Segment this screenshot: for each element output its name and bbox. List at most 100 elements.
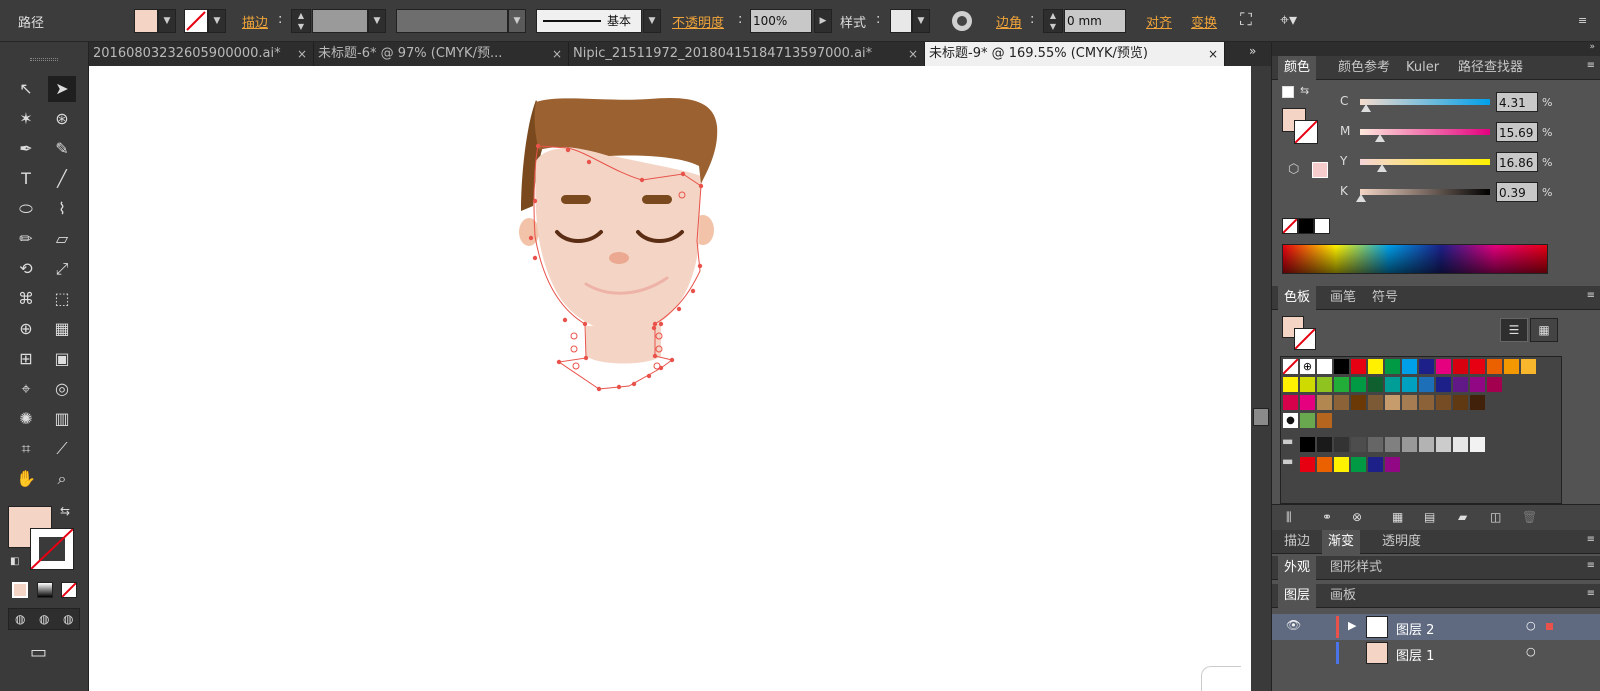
- artboard-tool-icon[interactable]: ⌗: [12, 436, 40, 462]
- opacity-input[interactable]: 100%: [750, 9, 812, 33]
- cyan-slider[interactable]: [1360, 99, 1490, 105]
- paintbrush-tool-icon[interactable]: ⌇: [48, 196, 76, 222]
- gray-swatch[interactable]: [1418, 436, 1435, 453]
- tab-artboards[interactable]: 画板: [1324, 584, 1362, 608]
- recolor-icon[interactable]: [952, 11, 972, 31]
- draw-normal-icon[interactable]: ◍: [15, 612, 25, 626]
- swap-fill-stroke-icon[interactable]: ⇆: [60, 504, 70, 518]
- bright-swatch[interactable]: [1333, 456, 1350, 473]
- gray-swatch[interactable]: [1333, 436, 1350, 453]
- registration-swatch-icon[interactable]: ⊕: [1299, 358, 1316, 375]
- expand-arrow-icon[interactable]: ▶: [1348, 619, 1356, 632]
- bright-swatch[interactable]: [1350, 456, 1367, 473]
- opacity-arrow[interactable]: ▶: [814, 9, 832, 33]
- color-swatch[interactable]: [1367, 376, 1384, 393]
- color-swatch[interactable]: [1452, 376, 1469, 393]
- zoom-tool-icon[interactable]: ⌕: [48, 466, 76, 492]
- cyan-value[interactable]: 4.31: [1496, 92, 1538, 112]
- slider-thumb[interactable]: [1355, 194, 1366, 202]
- transform-label[interactable]: 变换: [1191, 12, 1217, 31]
- tab-swatches[interactable]: 色板: [1278, 286, 1317, 310]
- color-swatch[interactable]: [1435, 376, 1452, 393]
- tab-appearance[interactable]: 外观: [1278, 556, 1317, 580]
- stroke-label[interactable]: 描边: [242, 12, 268, 31]
- brush-dropdown[interactable]: ▼: [643, 9, 661, 33]
- column-graph-tool-icon[interactable]: ▥: [48, 406, 76, 432]
- gray-swatch[interactable]: [1401, 436, 1418, 453]
- color-swatch[interactable]: [1384, 394, 1401, 411]
- color-swatch[interactable]: [1316, 358, 1333, 375]
- color-swatch[interactable]: [1350, 376, 1367, 393]
- color-swatch[interactable]: [1384, 358, 1401, 375]
- collapse-dock-icon[interactable]: »: [1272, 42, 1600, 56]
- gray-swatch[interactable]: [1350, 436, 1367, 453]
- grid-view-icon[interactable]: ▦: [1530, 318, 1558, 342]
- corner-label[interactable]: 边角: [996, 12, 1022, 31]
- fill-swatch[interactable]: [134, 9, 158, 33]
- lasso-tool-icon[interactable]: ⊛: [48, 106, 76, 132]
- stroke-color-box[interactable]: [30, 528, 74, 570]
- color-group-icon[interactable]: ▤: [1424, 510, 1435, 524]
- delete-swatch-icon[interactable]: 🗑: [1522, 510, 1537, 524]
- close-icon[interactable]: ×: [297, 42, 307, 66]
- pencil-tool-icon[interactable]: ✏: [12, 226, 40, 252]
- stroke-swatch[interactable]: [184, 9, 208, 33]
- corner-input[interactable]: 0 mm: [1064, 9, 1126, 33]
- gray-swatch[interactable]: [1367, 436, 1384, 453]
- panel-menu-icon[interactable]: ≡: [1587, 560, 1595, 571]
- tab-graphic-styles[interactable]: 图形样式: [1324, 556, 1388, 580]
- panel-menu-icon[interactable]: ≡: [1587, 534, 1595, 545]
- none-color-swatch[interactable]: [1282, 218, 1298, 234]
- color-swatch[interactable]: [1486, 358, 1503, 375]
- corner-stepper[interactable]: ▲ ▼: [1043, 9, 1063, 33]
- close-icon[interactable]: ×: [908, 42, 918, 66]
- mesh-tool-icon[interactable]: ⊞: [12, 346, 40, 372]
- color-swatch[interactable]: [1367, 394, 1384, 411]
- color-swatch[interactable]: [1333, 376, 1350, 393]
- draw-inside-icon[interactable]: ◍: [63, 612, 73, 626]
- width-tool-icon[interactable]: ⌘: [12, 286, 40, 312]
- pen-tool-icon[interactable]: ✒: [12, 136, 40, 162]
- eye-icon[interactable]: 👁: [1286, 618, 1301, 632]
- none-swatch[interactable]: [1282, 358, 1299, 375]
- add-to-library-icon[interactable]: ⚭: [1322, 510, 1332, 524]
- color-swatch[interactable]: [1418, 394, 1435, 411]
- tab-gradient[interactable]: 渐变: [1322, 530, 1361, 554]
- yellow-value[interactable]: 16.86: [1496, 152, 1538, 172]
- symbol-sprayer-tool-icon[interactable]: ✺: [12, 406, 40, 432]
- tab-color-guide[interactable]: 颜色参考: [1332, 56, 1396, 80]
- gray-swatch[interactable]: [1316, 436, 1333, 453]
- slider-thumb[interactable]: [1360, 104, 1371, 112]
- stroke-weight-stepper[interactable]: ▲ ▼: [291, 9, 311, 33]
- bright-swatch[interactable]: [1384, 456, 1401, 473]
- white-swatch[interactable]: [1314, 218, 1330, 234]
- close-icon[interactable]: ×: [1208, 42, 1218, 66]
- bright-swatch[interactable]: [1367, 456, 1384, 473]
- scrollbar-thumb[interactable]: [1253, 408, 1269, 426]
- pattern-swatch[interactable]: [1316, 412, 1333, 429]
- black-value[interactable]: 0.39: [1496, 182, 1538, 202]
- style-dropdown[interactable]: ▼: [912, 9, 930, 33]
- color-swatch[interactable]: [1350, 358, 1367, 375]
- folder-icon[interactable]: ▬: [1282, 454, 1293, 468]
- profile-dropdown[interactable]: ▼: [508, 9, 526, 33]
- opacity-label[interactable]: 不透明度: [672, 12, 724, 31]
- color-swatch[interactable]: [1452, 358, 1469, 375]
- color-swatch[interactable]: [1401, 376, 1418, 393]
- color-swatch[interactable]: [1350, 394, 1367, 411]
- swatch-libraries-icon[interactable]: ⫼: [1286, 510, 1292, 525]
- tab-transparency[interactable]: 透明度: [1376, 530, 1427, 554]
- selection-tool-icon[interactable]: ↖: [12, 76, 40, 102]
- color-swatch[interactable]: [1384, 376, 1401, 393]
- gray-swatch[interactable]: [1452, 436, 1469, 453]
- bright-swatch[interactable]: [1299, 456, 1316, 473]
- layer-name[interactable]: 图层 2: [1396, 619, 1434, 638]
- swap-icon[interactable]: ⇆: [1300, 84, 1309, 97]
- color-swatch[interactable]: [1299, 394, 1316, 411]
- tab-pathfinder[interactable]: 路径查找器: [1452, 56, 1529, 80]
- eraser-tool-icon[interactable]: ▱: [48, 226, 76, 252]
- gradient-tool-icon[interactable]: ▣: [48, 346, 76, 372]
- hand-tool-icon[interactable]: ✋: [12, 466, 40, 492]
- slice-tool-icon[interactable]: ⟋: [48, 436, 76, 462]
- vertical-scrollbar[interactable]: [1251, 66, 1271, 691]
